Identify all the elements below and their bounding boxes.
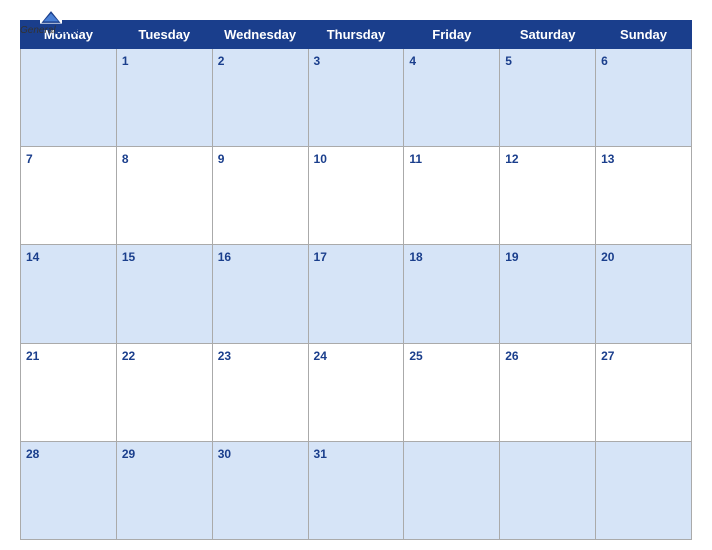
- day-number: 14: [26, 250, 39, 264]
- logo-blue-text: Blue: [56, 24, 82, 36]
- day-number: 20: [601, 250, 614, 264]
- day-number: 10: [314, 152, 327, 166]
- day-number: 22: [122, 349, 135, 363]
- calendar-cell: 4: [404, 49, 500, 147]
- calendar-cell: 25: [404, 343, 500, 441]
- day-number: 4: [409, 54, 416, 68]
- calendar-cell: [500, 441, 596, 539]
- calendar-cell: 11: [404, 147, 500, 245]
- col-header-friday: Friday: [404, 21, 500, 49]
- day-number: 15: [122, 250, 135, 264]
- logo: General Blue: [20, 10, 82, 36]
- day-number: 1: [122, 54, 129, 68]
- day-number: 11: [409, 152, 422, 166]
- day-number: 13: [601, 152, 614, 166]
- calendar-cell: 7: [21, 147, 117, 245]
- calendar-cell: 16: [212, 245, 308, 343]
- logo-general-text: General: [20, 26, 56, 36]
- day-number: 28: [26, 447, 39, 461]
- day-number: 24: [314, 349, 327, 363]
- calendar-cell: 6: [596, 49, 692, 147]
- day-header-row: MondayTuesdayWednesdayThursdayFridaySatu…: [21, 21, 692, 49]
- logo-icon: [40, 10, 62, 24]
- calendar-cell: [404, 441, 500, 539]
- day-number: 29: [122, 447, 135, 461]
- day-number: 17: [314, 250, 327, 264]
- col-header-sunday: Sunday: [596, 21, 692, 49]
- day-number: 6: [601, 54, 608, 68]
- calendar-cell: [21, 49, 117, 147]
- calendar-cell: 23: [212, 343, 308, 441]
- calendar-cell: 13: [596, 147, 692, 245]
- calendar-table: MondayTuesdayWednesdayThursdayFridaySatu…: [20, 20, 692, 540]
- calendar-cell: 19: [500, 245, 596, 343]
- calendar-cell: 28: [21, 441, 117, 539]
- calendar-cell: 22: [116, 343, 212, 441]
- calendar-cell: 24: [308, 343, 404, 441]
- calendar-cell: 1: [116, 49, 212, 147]
- calendar-cell: 26: [500, 343, 596, 441]
- col-header-tuesday: Tuesday: [116, 21, 212, 49]
- calendar-cell: 2: [212, 49, 308, 147]
- day-number: 5: [505, 54, 512, 68]
- day-number: 16: [218, 250, 231, 264]
- week-row-3: 14 15 16 17 18 19 20: [21, 245, 692, 343]
- day-number: 9: [218, 152, 225, 166]
- day-number: 19: [505, 250, 518, 264]
- calendar-cell: 12: [500, 147, 596, 245]
- day-number: 27: [601, 349, 614, 363]
- week-row-1: 1 2 3 4 5 6: [21, 49, 692, 147]
- col-header-wednesday: Wednesday: [212, 21, 308, 49]
- day-number: 23: [218, 349, 231, 363]
- calendar-cell: 30: [212, 441, 308, 539]
- calendar-cell: 15: [116, 245, 212, 343]
- calendar-cell: 20: [596, 245, 692, 343]
- calendar-cell: 10: [308, 147, 404, 245]
- calendar-cell: 17: [308, 245, 404, 343]
- day-number: 3: [314, 54, 321, 68]
- calendar-cell: 5: [500, 49, 596, 147]
- week-row-2: 7 8 9 10 11 12 13: [21, 147, 692, 245]
- calendar-cell: 14: [21, 245, 117, 343]
- calendar-cell: [596, 441, 692, 539]
- calendar-cell: 18: [404, 245, 500, 343]
- day-number: 12: [505, 152, 518, 166]
- day-number: 21: [26, 349, 39, 363]
- calendar-cell: 27: [596, 343, 692, 441]
- day-number: 8: [122, 152, 129, 166]
- day-number: 2: [218, 54, 225, 68]
- calendar-cell: 3: [308, 49, 404, 147]
- col-header-saturday: Saturday: [500, 21, 596, 49]
- calendar-cell: 9: [212, 147, 308, 245]
- calendar-header: General Blue: [20, 10, 692, 14]
- day-number: 7: [26, 152, 33, 166]
- col-header-thursday: Thursday: [308, 21, 404, 49]
- calendar-cell: 21: [21, 343, 117, 441]
- day-number: 31: [314, 447, 327, 461]
- calendar-cell: 31: [308, 441, 404, 539]
- week-row-5: 28 29 30 31: [21, 441, 692, 539]
- calendar-cell: 8: [116, 147, 212, 245]
- day-number: 18: [409, 250, 422, 264]
- day-number: 30: [218, 447, 231, 461]
- calendar-cell: 29: [116, 441, 212, 539]
- day-number: 25: [409, 349, 422, 363]
- day-number: 26: [505, 349, 518, 363]
- week-row-4: 21 22 23 24 25 26 27: [21, 343, 692, 441]
